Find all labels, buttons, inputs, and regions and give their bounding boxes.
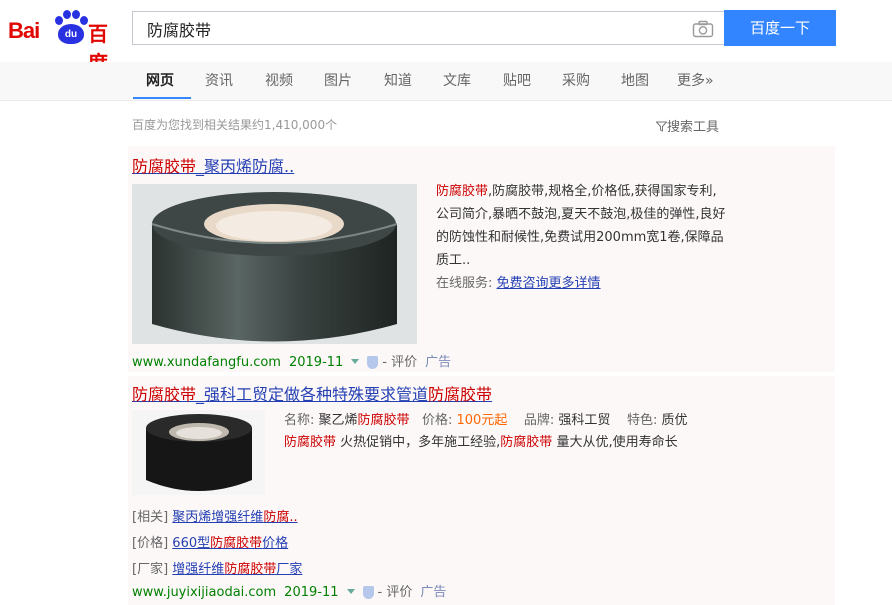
result-2-description: 防腐胶带 火热促销中，多年施工经验,防腐胶带 量大从优,使用寿命长 — [284, 435, 678, 450]
tab-images[interactable]: 图片 — [324, 70, 352, 90]
result-2-date: 2019-11 — [284, 585, 339, 600]
search-tools-button[interactable]: 搜索工具 — [655, 116, 720, 135]
result-1-title[interactable]: 防腐胶带_聚丙烯防腐.. — [132, 153, 294, 177]
camera-icon[interactable] — [692, 20, 714, 38]
result-1-service: 在线服务: 免费咨询更多详情 — [436, 276, 601, 291]
result-1-description: 防腐胶带,防腐胶带,规格全,价格低,获得国家专利,公司简介,暴晒不鼓泡,夏天不鼓… — [436, 184, 726, 268]
result-1-review-link[interactable]: - 评价 — [382, 355, 417, 370]
result-1-date: 2019-11 — [288, 355, 344, 370]
tab-more[interactable]: 更多» — [677, 70, 714, 90]
tab-map[interactable]: 地图 — [621, 70, 649, 90]
related-link-3[interactable]: 增强纤维防腐胶带厂家 — [172, 562, 302, 577]
search-input[interactable] — [145, 18, 669, 40]
result-1-ad-label: 广告 — [425, 355, 452, 370]
result-2-attributes: 名称: 聚乙烯防腐胶带 价格: 100元起 品牌: 强科工贸 特色: 质优 — [284, 413, 688, 428]
logo-text-du: du — [64, 29, 78, 40]
result-2-url[interactable]: www.juyixijiaodai.com — [132, 585, 276, 600]
tab-web[interactable]: 网页 — [146, 70, 174, 90]
search-box[interactable] — [132, 11, 724, 45]
active-tab-indicator — [133, 97, 191, 99]
related-row-3: [厂家] 增强纤维防腐胶带厂家 — [132, 562, 303, 577]
related-row-2: [价格] 660型防腐胶带价格 — [132, 536, 289, 551]
shield-icon[interactable] — [362, 586, 374, 599]
related-link-2[interactable]: 660型防腐胶带价格 — [172, 536, 288, 551]
dropdown-arrow-icon[interactable] — [351, 359, 360, 364]
free-consult-link[interactable]: 免费咨询更多详情 — [497, 276, 601, 291]
paw-icon: du — [52, 10, 88, 46]
result-1-url[interactable]: www.xundafangfu.com — [132, 355, 281, 370]
result-1-product-image[interactable] — [132, 184, 417, 344]
result-2-review-link[interactable]: - 评价 — [378, 585, 413, 600]
tab-news[interactable]: 资讯 — [205, 70, 233, 90]
search-tabs: 网页 资讯 视频 图片 知道 文库 贴吧 采购 地图 更多» — [0, 62, 892, 101]
tab-video[interactable]: 视频 — [265, 70, 293, 90]
result-2-ad-label: 广告 — [420, 585, 447, 600]
result-2-url-line: www.juyixijiaodai.com 2019-11 - 评价 广告 — [132, 581, 446, 600]
tab-tieba[interactable]: 贴吧 — [503, 70, 531, 90]
search-button[interactable]: 百度一下 — [724, 10, 836, 46]
result-2-title[interactable]: 防腐胶带_强科工贸定做各种特殊要求管道防腐胶带 — [132, 381, 492, 405]
logo-text-bai: Bai — [8, 18, 40, 43]
baidu-logo[interactable]: Bai du 百度 — [8, 10, 120, 75]
result-count: 百度为您找到相关结果约1,410,000个 — [132, 118, 338, 132]
related-link-1[interactable]: 聚丙烯增强纤维防腐.. — [172, 510, 297, 525]
tab-wenku[interactable]: 文库 — [443, 70, 471, 90]
related-row-1: [相关] 聚丙烯增强纤维防腐.. — [132, 510, 298, 525]
filter-icon — [655, 121, 668, 132]
top-header: Bai du 百度 百度一下 — [0, 0, 892, 75]
shield-icon[interactable] — [367, 356, 379, 369]
tab-purchase[interactable]: 采购 — [562, 70, 590, 90]
result-1-url-line: www.xundafangfu.com 2019-11 - 评价 广告 — [132, 351, 451, 370]
result-2-product-image[interactable] — [132, 410, 265, 495]
tab-zhidao[interactable]: 知道 — [384, 70, 412, 90]
search-tools-label: 搜索工具 — [667, 120, 720, 135]
dropdown-arrow-icon[interactable] — [346, 589, 355, 594]
